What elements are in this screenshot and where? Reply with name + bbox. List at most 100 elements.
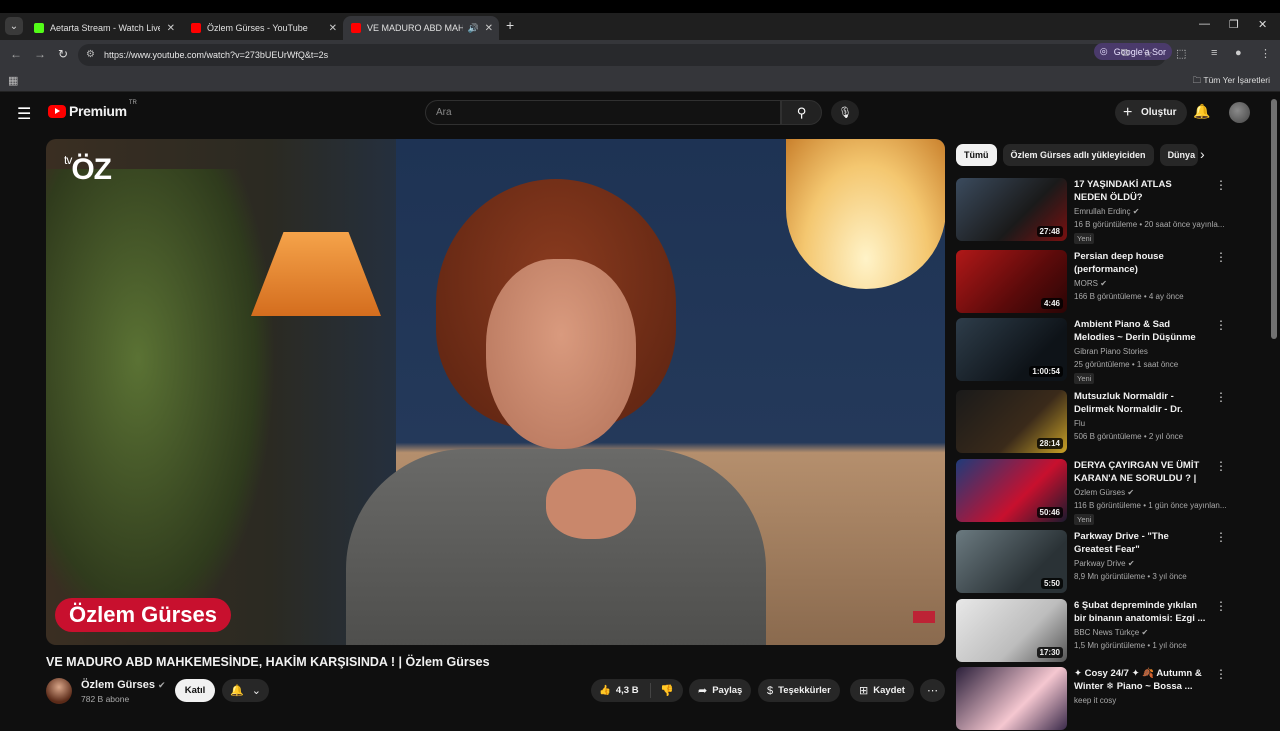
youtube-favicon-icon [191, 23, 201, 33]
account-avatar[interactable] [1229, 102, 1250, 123]
item-menu-icon[interactable]: ⋮ [1215, 390, 1227, 404]
media-controls-icon[interactable]: ≡ [1211, 47, 1217, 59]
item-menu-icon[interactable]: ⋮ [1215, 599, 1227, 613]
page-scrollbar[interactable] [1271, 99, 1277, 339]
reload-icon[interactable]: ↻ [58, 47, 68, 61]
apps-grid-icon[interactable]: ▦ [8, 74, 18, 87]
video-thumbnail[interactable] [956, 667, 1067, 730]
recommended-video-title[interactable]: DERYA ÇAYIRGAN VE ÜMİT KARAN'A NE SORULD… [1074, 459, 1206, 485]
recommended-video-item[interactable]: 17:30 6 Şubat depreminde yıkılan bir bina… [956, 599, 1256, 663]
recommended-video-item[interactable]: ✦ Cosy 24/7 ✦ 🍂 Autumn & Winter ❄ Piano … [956, 667, 1256, 731]
search-input[interactable]: Ara [425, 100, 781, 125]
subscription-bell-button[interactable]: 🔔 ⌄ [222, 679, 269, 702]
video-player[interactable]: tvÖZ Özlem Gürses [46, 139, 945, 645]
recommended-video-title[interactable]: 6 Şubat depreminde yıkılan bir binanın a… [1074, 599, 1206, 625]
like-dislike-group: 👍 4,3 B 👎 [591, 679, 683, 702]
hamburger-menu-icon[interactable]: ☰ [17, 104, 31, 124]
recommended-video-title[interactable]: Mutsuzluk Normaldir - Delirmek Normaldir… [1074, 390, 1206, 416]
recommended-video-title[interactable]: Ambient Piano & Sad Melodies ~ Derin Düş… [1074, 318, 1206, 344]
recommended-video-title[interactable]: ✦ Cosy 24/7 ✦ 🍂 Autumn & Winter ❄ Piano … [1074, 667, 1206, 693]
recommended-channel-name[interactable]: BBC News Türkçe ✔ [1074, 628, 1148, 637]
chip-world[interactable]: Dünya [1159, 144, 1198, 166]
share-icon: ➦ [698, 685, 708, 697]
back-icon[interactable]: ← [10, 47, 22, 61]
dislike-button[interactable]: 👎 [651, 684, 683, 697]
video-thumbnail[interactable]: 4:46 [956, 250, 1067, 313]
site-info-icon[interactable]: ⚙ [86, 49, 95, 60]
recommended-video-item[interactable]: 5:50 Parkway Drive - "The Greatest Fear" P… [956, 530, 1256, 594]
extensions-icon[interactable]: ⬚ [1176, 47, 1186, 60]
close-tab-icon[interactable]: ✕ [167, 23, 175, 34]
join-button[interactable]: Katıl [175, 679, 215, 702]
video-thumbnail[interactable]: 17:30 [956, 599, 1067, 662]
recommended-channel-name[interactable]: Emrullah Erdinç ✔ [1074, 207, 1139, 216]
search-button[interactable]: ⚲ [781, 100, 822, 125]
video-thumbnail[interactable]: 50:46 [956, 459, 1067, 522]
video-thumbnail[interactable]: 27:48 [956, 178, 1067, 241]
profile-icon[interactable]: ● [1235, 47, 1242, 59]
item-menu-icon[interactable]: ⋮ [1215, 667, 1227, 681]
save-button[interactable]: ⊞ Kaydet [850, 679, 914, 702]
verified-icon: ✔ [157, 680, 166, 690]
browser-tab-active[interactable]: VE MADURO ABD MAHKEMES 🔊 ✕ [343, 16, 499, 40]
like-button[interactable]: 👍 4,3 B [591, 683, 651, 698]
notifications-bell-icon[interactable]: 🔔 [1193, 103, 1210, 120]
logo-text: Premium [69, 103, 127, 119]
chip-all[interactable]: Tümü [956, 144, 997, 166]
channel-name[interactable]: Özlem Gürses ✔ [81, 679, 166, 691]
close-window-icon[interactable]: ✕ [1258, 18, 1267, 31]
item-menu-icon[interactable]: ⋮ [1215, 318, 1227, 332]
forward-icon[interactable]: → [34, 47, 46, 61]
recommended-video-title[interactable]: Persian deep house (performance) [1074, 250, 1206, 276]
recommended-video-item[interactable]: 27:48 17 YAŞINDAKİ ATLAS NEDEN ÖLDÜ? Emrul… [956, 178, 1256, 244]
browser-tab[interactable]: Aetarta Stream - Watch Live on ✕ [26, 16, 181, 40]
recommended-video-meta: 8,9 Mn görüntüleme • 3 yıl önce [1074, 572, 1187, 581]
item-menu-icon[interactable]: ⋮ [1215, 178, 1227, 192]
tab-search-menu-icon[interactable]: ⌄ [5, 17, 23, 35]
plant-image [46, 169, 276, 645]
recommended-channel-name[interactable]: Parkway Drive ✔ [1074, 559, 1135, 568]
recommended-channel-name[interactable]: Özlem Gürses ✔ [1074, 488, 1134, 497]
recommended-video-item[interactable]: 1:00:54 Ambient Piano & Sad Melodies ~ De… [956, 318, 1256, 384]
video-duration: 5:50 [1040, 578, 1063, 589]
video-thumbnail[interactable]: 28:14 [956, 390, 1067, 453]
speaker-icon[interactable]: 🔊 [468, 23, 479, 34]
bookmark-star-icon[interactable]: ☆ [1143, 47, 1153, 60]
new-tab-icon[interactable]: + [506, 17, 514, 33]
item-menu-icon[interactable]: ⋮ [1215, 530, 1227, 544]
close-tab-icon[interactable]: ✕ [329, 23, 337, 34]
recommended-video-item[interactable]: 50:46 DERYA ÇAYIRGAN VE ÜMİT KARAN'A NE S… [956, 459, 1256, 525]
recommended-channel-name[interactable]: keep it cosy [1074, 696, 1116, 705]
recommended-video-title[interactable]: Parkway Drive - "The Greatest Fear" [1074, 530, 1206, 556]
recommended-video-item[interactable]: 28:14 Mutsuzluk Normaldir - Delirmek Norm… [956, 390, 1256, 454]
video-duration: 1:00:54 [1029, 366, 1063, 377]
thanks-button[interactable]: $ Teşekkürler [758, 679, 840, 702]
recommended-video-title[interactable]: 17 YAŞINDAKİ ATLAS NEDEN ÖLDÜ? [1074, 178, 1206, 204]
channel-avatar[interactable] [46, 678, 72, 704]
recommended-channel-name[interactable]: MORS ✔ [1074, 279, 1107, 288]
chevron-right-icon[interactable]: › [1200, 146, 1205, 162]
address-bar[interactable]: ⚙ https://www.youtube.com/watch?v=273bUE… [78, 44, 1166, 66]
cast-icon[interactable]: ⧉ [1121, 47, 1129, 60]
minimize-icon[interactable]: — [1199, 18, 1210, 30]
voice-search-button[interactable]: 🎙 [831, 100, 859, 125]
video-thumbnail[interactable]: 1:00:54 [956, 318, 1067, 381]
recommended-channel-name[interactable]: Gibran Piano Stories [1074, 347, 1148, 356]
kick-favicon-icon [34, 23, 44, 33]
item-menu-icon[interactable]: ⋮ [1215, 459, 1227, 473]
recommended-video-item[interactable]: 4:46 Persian deep house (performance) MORS… [956, 250, 1256, 314]
more-actions-button[interactable]: ⋯ [920, 679, 945, 702]
video-thumbnail[interactable]: 5:50 [956, 530, 1067, 593]
youtube-logo[interactable]: Premium TR [48, 100, 137, 119]
item-menu-icon[interactable]: ⋮ [1215, 250, 1227, 264]
restore-icon[interactable]: ❐ [1229, 18, 1239, 31]
close-tab-icon[interactable]: ✕ [485, 23, 493, 34]
chip-uploader[interactable]: Özlem Gürses adlı yükleyiciden [1002, 144, 1154, 166]
all-bookmarks-link[interactable]: 🗀 Tüm Yer İşaretleri [1193, 75, 1270, 89]
recommended-channel-name[interactable]: Flu [1074, 419, 1085, 428]
share-button[interactable]: ➦ Paylaş [689, 679, 752, 702]
browser-tab[interactable]: Özlem Gürses - YouTube ✕ [183, 16, 343, 40]
browser-menu-icon[interactable]: ⋮ [1260, 47, 1271, 60]
ask-google-button[interactable]: ◎ Google'a Sor [1093, 43, 1172, 60]
create-button[interactable]: + Oluştur [1115, 100, 1187, 125]
